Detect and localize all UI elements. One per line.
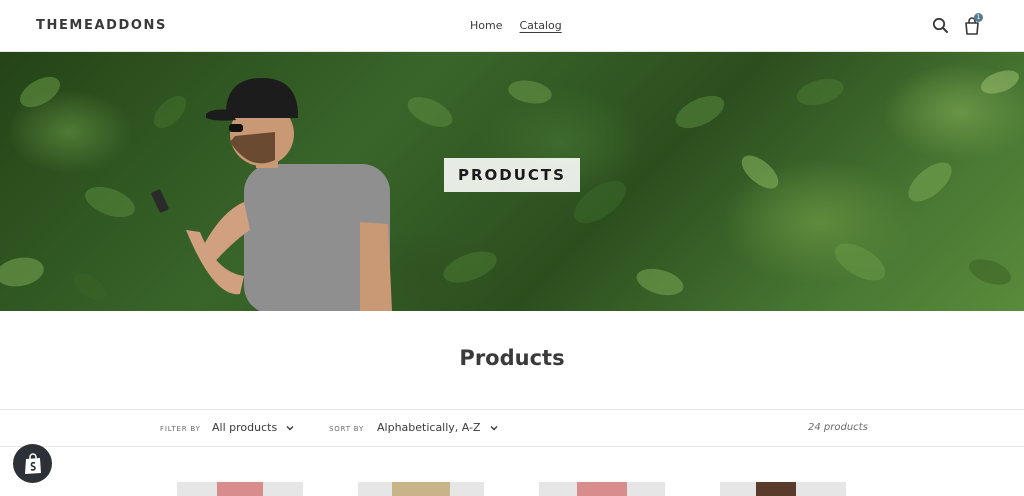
product-thumbnail xyxy=(756,482,796,496)
chevron-down-icon xyxy=(286,425,294,430)
product-card[interactable] xyxy=(720,482,846,496)
product-thumbnail xyxy=(577,482,627,496)
cart-count-badge: 1 xyxy=(974,13,983,22)
product-card[interactable] xyxy=(358,482,484,496)
chevron-down-icon xyxy=(490,425,498,430)
site-header: THEMEADDONS Home Catalog 1 xyxy=(0,0,1024,52)
product-card[interactable] xyxy=(177,482,303,496)
filter-sort-bar: FILTER BY All products SORT BY Alphabeti… xyxy=(0,409,1024,447)
search-icon xyxy=(932,17,948,33)
person-figure xyxy=(151,78,392,311)
filter-select[interactable]: All products xyxy=(212,421,295,434)
product-thumbnail xyxy=(392,482,450,496)
page-title: Products xyxy=(459,346,565,370)
product-thumbnail xyxy=(217,482,263,496)
main-nav: Home Catalog xyxy=(470,19,562,32)
hero-banner: PRODUCTS xyxy=(0,52,1024,311)
shopify-badge[interactable] xyxy=(13,444,52,483)
shopify-bag-icon xyxy=(24,452,41,474)
sort-label: SORT BY xyxy=(329,425,365,433)
site-logo[interactable]: THEMEADDONS xyxy=(36,18,167,33)
product-card[interactable] xyxy=(539,482,665,496)
hero-title-box: PRODUCTS xyxy=(444,158,580,192)
filter-label: FILTER BY xyxy=(160,425,201,433)
nav-link-home[interactable]: Home xyxy=(470,19,502,32)
hero-title: PRODUCTS xyxy=(458,166,566,184)
product-count: 24 products xyxy=(808,422,868,433)
sort-select-value: Alphabetically, A-Z xyxy=(377,421,481,434)
filter-select-value: All products xyxy=(212,421,278,434)
search-button[interactable] xyxy=(931,15,951,37)
sort-select[interactable]: Alphabetically, A-Z xyxy=(377,421,499,434)
nav-link-catalog[interactable]: Catalog xyxy=(519,19,561,32)
